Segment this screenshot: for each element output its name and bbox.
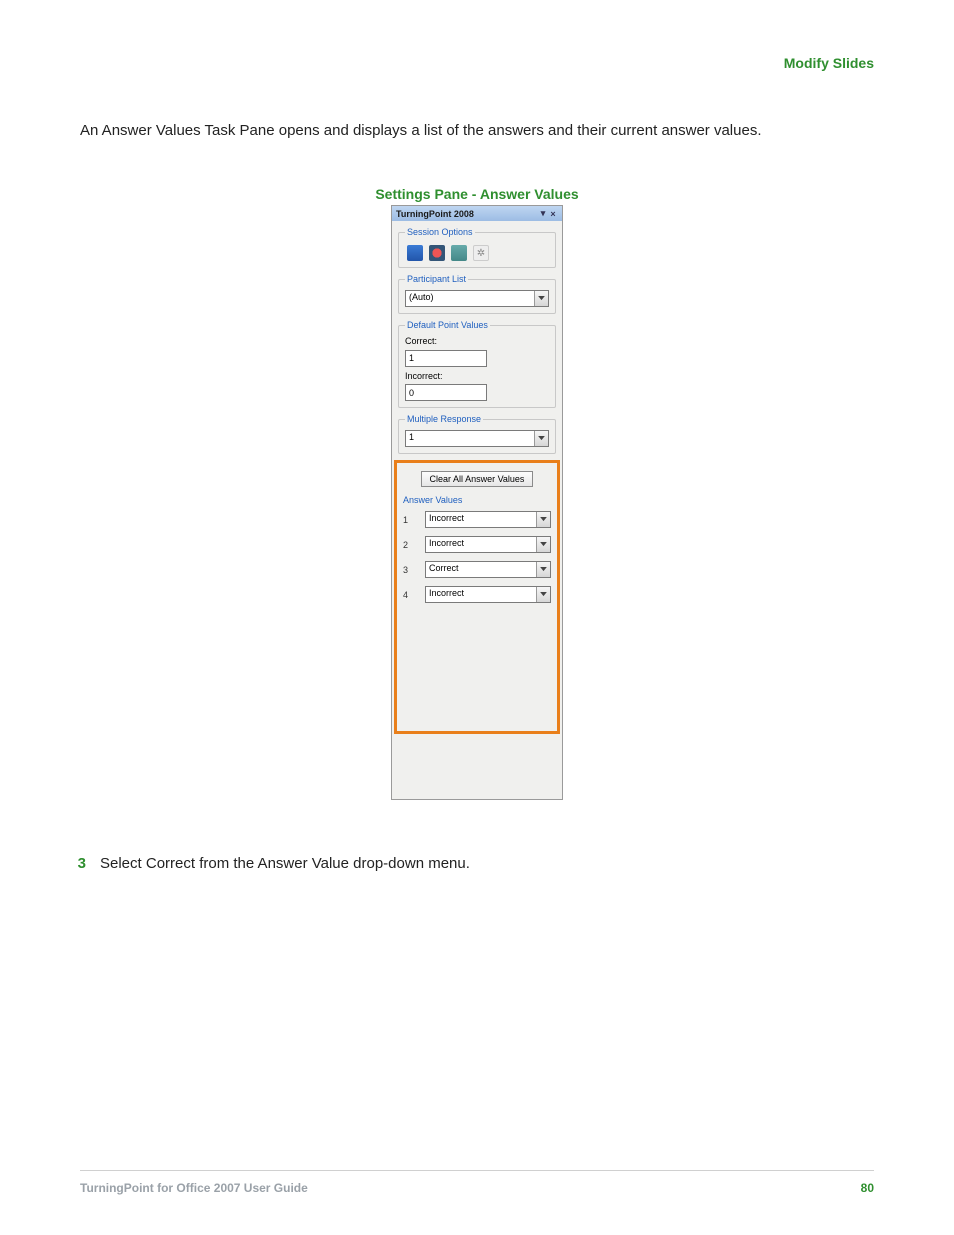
answer-number: 4 [403,590,415,600]
answer-value-combo[interactable]: Correct [425,561,551,578]
titlebar-menu-icon[interactable]: ▾ [538,208,548,219]
document-page: Modify Slides An Answer Values Task Pane… [0,0,954,1235]
close-icon[interactable]: × [548,209,558,219]
pane-title: TurningPoint 2008 [396,209,474,219]
answer-number: 3 [403,565,415,575]
answer-number: 1 [403,515,415,525]
settings-pane: TurningPoint 2008 ▾ × Session Options ✲ … [391,205,563,800]
pane-body: Session Options ✲ Participant List (Auto… [392,221,562,460]
footer-page-number: 80 [861,1181,874,1195]
incorrect-input[interactable] [405,384,487,401]
chart-icon[interactable] [407,245,423,261]
clear-all-answer-values-button[interactable]: Clear All Answer Values [421,471,534,487]
toolbar-icon-row: ✲ [405,243,549,261]
answer-values-highlight: Clear All Answer Values Answer Values 1 … [394,460,560,734]
participant-list-group: Participant List (Auto) [398,274,556,314]
session-options-group: Session Options ✲ [398,227,556,268]
answer-value-combo[interactable]: Incorrect [425,511,551,528]
multiple-response-value: 1 [406,431,534,446]
pie-icon[interactable] [429,245,445,261]
footer-guide-title: TurningPoint for Office 2007 User Guide [80,1181,308,1195]
answer-value-row: 3 Correct [403,561,551,578]
step-text: Select Correct from the Answer Value dro… [100,855,470,872]
multiple-response-combo[interactable]: 1 [405,430,549,447]
multiple-response-legend: Multiple Response [405,414,483,424]
answer-values-legend: Answer Values [403,493,551,511]
chevron-down-icon[interactable] [536,512,550,527]
answer-number: 2 [403,540,415,550]
answer-value-row: 4 Incorrect [403,586,551,603]
gear-icon[interactable]: ✲ [473,245,489,261]
session-options-legend: Session Options [405,227,475,237]
chevron-down-icon[interactable] [536,562,550,577]
answer-value: Incorrect [426,512,536,527]
answer-value-row: 2 Incorrect [403,536,551,553]
multiple-response-group: Multiple Response 1 [398,414,556,454]
answer-value: Incorrect [426,537,536,552]
participant-list-legend: Participant List [405,274,468,284]
page-footer: TurningPoint for Office 2007 User Guide … [80,1170,874,1195]
section-header: Modify Slides [784,55,874,71]
chevron-down-icon[interactable] [536,537,550,552]
answer-value: Incorrect [426,587,536,602]
answer-value-combo[interactable]: Incorrect [425,536,551,553]
grid-icon[interactable] [451,245,467,261]
figure-caption: Settings Pane - Answer Values [80,186,874,202]
correct-label: Correct: [405,336,549,346]
chevron-down-icon[interactable] [534,431,548,446]
intro-paragraph: An Answer Values Task Pane opens and dis… [80,120,874,141]
step-row: 3 Select Correct from the Answer Value d… [80,855,874,872]
default-point-values-group: Default Point Values Correct: Incorrect: [398,320,556,408]
correct-input[interactable] [405,350,487,367]
default-point-values-legend: Default Point Values [405,320,490,330]
incorrect-label: Incorrect: [405,371,549,381]
chevron-down-icon[interactable] [536,587,550,602]
answer-value-combo[interactable]: Incorrect [425,586,551,603]
chevron-down-icon[interactable] [534,291,548,306]
answer-value: Correct [426,562,536,577]
participant-list-combo[interactable]: (Auto) [405,290,549,307]
pane-titlebar: TurningPoint 2008 ▾ × [392,206,562,221]
participant-list-value: (Auto) [406,291,534,306]
answer-value-row: 1 Incorrect [403,511,551,528]
step-number: 3 [70,855,100,872]
